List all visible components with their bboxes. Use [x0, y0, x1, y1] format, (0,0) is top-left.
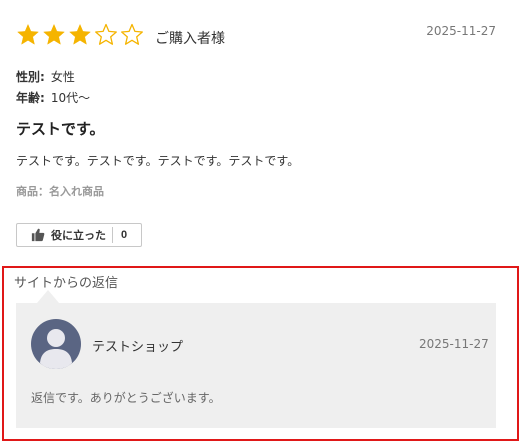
star-filled-icon [68, 23, 92, 47]
helpful-button[interactable]: 役に立った 0 [16, 223, 143, 247]
age-row: 年齢: 10代〜 [16, 89, 90, 106]
reply-box [16, 303, 496, 428]
review-header: ご購入者様 2025-11-27 [16, 22, 496, 52]
thumbs-up-icon [31, 228, 45, 242]
helpful-label: 役に立った [51, 230, 106, 242]
reply-heading: サイトからの返信 [14, 276, 119, 291]
star-empty-icon [120, 23, 144, 47]
gender-row: 性別: 女性 [16, 68, 75, 85]
review-title: テストです。 [16, 120, 105, 138]
gender-label: 性別: [16, 70, 45, 84]
review-body: テストです。テストです。テストです。テストです。 [16, 154, 300, 168]
reviewer-name: ご購入者様 [155, 31, 225, 47]
review-date: 2025-11-27 [426, 24, 496, 38]
reply-date: 2025-11-27 [419, 337, 489, 351]
star-filled-icon [16, 23, 40, 47]
age-label: 年齢: [16, 91, 45, 105]
star-empty-icon [94, 23, 118, 47]
age-value: 10代〜 [50, 91, 91, 105]
helpful-count: 0 [112, 227, 135, 243]
product-label: 商品：名入れ商品 [16, 185, 104, 198]
shop-name: テストショップ [92, 340, 184, 355]
user-avatar-icon [31, 319, 81, 369]
gender-value: 女性 [50, 70, 75, 84]
star-filled-icon [42, 23, 66, 47]
reply-text: 返信です。ありがとうございます。 [31, 391, 221, 405]
reply-caret [37, 290, 59, 303]
rating-stars [16, 23, 144, 47]
